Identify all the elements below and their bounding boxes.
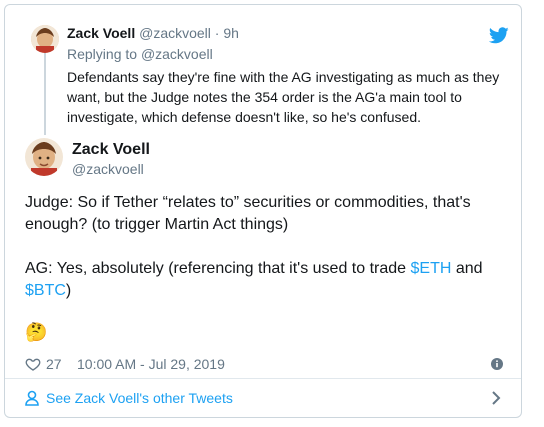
like-button[interactable]: 27	[25, 355, 62, 373]
parent-author-name[interactable]: Zack Voell	[67, 25, 135, 41]
tweet-text-segment: AG: Yes, absolutely (referencing that it…	[25, 260, 411, 277]
cashtag-btc-link[interactable]: $BTC	[25, 282, 66, 299]
parent-author-avatar[interactable]	[31, 25, 59, 53]
info-icon[interactable]	[491, 357, 503, 370]
thinking-face-emoji: 🤔	[25, 322, 48, 342]
tweet-text-line: enough? (to trigger Martin Act things)	[25, 216, 289, 233]
embedded-tweet-card: Zack Voell @zackvoell · 9h Replying to @…	[4, 4, 522, 418]
see-more-tweets-footer[interactable]: See Zack Voell's other Tweets	[5, 378, 521, 417]
replying-to-line: Replying to @zackvoell	[67, 46, 213, 62]
chevron-right-icon[interactable]	[491, 390, 501, 406]
parent-text-line: Defendants say they're fine with the AG …	[67, 69, 500, 85]
parent-text-line: want, but the Judge notes the 354 order …	[67, 89, 462, 105]
see-other-tweets-link[interactable]: See Zack Voell's other Tweets	[46, 390, 233, 406]
tweet-text-segment: and	[451, 260, 483, 277]
heart-icon[interactable]	[25, 356, 41, 372]
author-avatar[interactable]	[25, 138, 63, 176]
parent-tweet-header: Zack Voell @zackvoell · 9h	[67, 25, 239, 43]
parent-tweet-time[interactable]: 9h	[223, 25, 239, 41]
author-handle[interactable]: @zackvoell	[72, 161, 144, 177]
parent-author-handle[interactable]: @zackvoell	[139, 25, 211, 41]
parent-tweet-text: Defendants say they're fine with the AG …	[67, 67, 499, 127]
cashtag-eth-link[interactable]: $ETH	[411, 260, 452, 277]
tweet-paragraph-2: AG: Yes, absolutely (referencing that it…	[25, 258, 505, 302]
thread-connector-line	[44, 53, 46, 135]
replying-to-handle[interactable]: @zackvoell	[141, 46, 213, 62]
like-count: 27	[46, 356, 62, 372]
tweet-text-segment: )	[65, 282, 72, 299]
replying-to-label: Replying to	[67, 46, 138, 62]
parent-text-line: investigate, which defense doesn't like,…	[67, 109, 422, 125]
tweet-text: Judge: So if Tether “relates to” securit…	[25, 192, 505, 302]
tweet-paragraph-1: Judge: So if Tether “relates to” securit…	[25, 192, 505, 236]
tweet-timestamp[interactable]: 10:00 AM - Jul 29, 2019	[77, 356, 225, 372]
author-name[interactable]: Zack Voell	[72, 141, 150, 159]
twitter-bird-icon[interactable]	[488, 27, 509, 45]
user-icon	[25, 390, 39, 406]
tweet-text-line: Judge: So if Tether “relates to” securit…	[25, 194, 471, 211]
separator-dot: ·	[214, 25, 220, 41]
